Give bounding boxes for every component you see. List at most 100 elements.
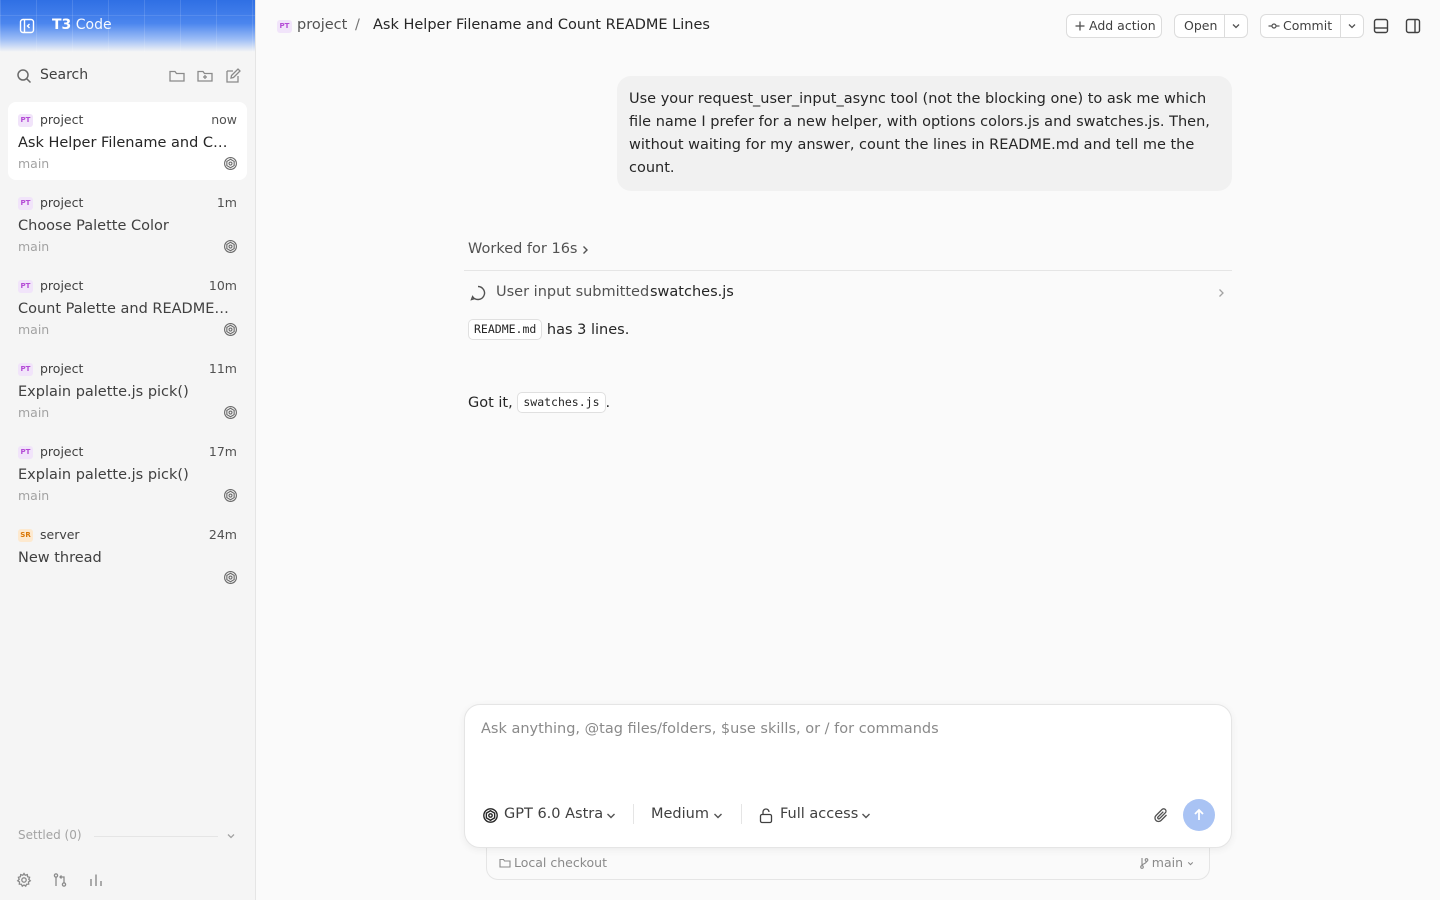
chevron-down-icon[interactable]	[1230, 20, 1242, 32]
settled-label[interactable]: Settled (0)	[18, 828, 82, 842]
chevron-right-icon[interactable]	[580, 244, 590, 256]
inline-code: swatches.js	[517, 392, 606, 413]
message-circle-icon	[469, 284, 487, 302]
project-badge: PT	[18, 363, 33, 376]
thread-time: 10m	[208, 278, 237, 293]
response-text: has 3 lines.	[542, 322, 630, 338]
inline-code: README.md	[468, 319, 543, 340]
thread-project: project	[40, 444, 84, 459]
assistant-response: Got it, swatches.js.	[468, 392, 610, 414]
thread-branch: main	[18, 405, 50, 420]
thread-item[interactable]: PT project 17m Explain palette.js pick()…	[8, 434, 247, 512]
response-text: .	[605, 395, 611, 411]
message-input[interactable]	[481, 721, 1211, 781]
chevron-right-icon[interactable]	[1216, 287, 1226, 299]
thread-project: project	[40, 195, 84, 210]
sidebar-toggle-icon[interactable]	[19, 18, 35, 34]
page-title: Ask Helper Filename and Count README Lin…	[373, 17, 710, 33]
thread-project: project	[40, 278, 84, 293]
bar-chart-icon[interactable]	[88, 872, 104, 888]
commit-button-group: Commit	[1260, 14, 1364, 38]
open-button[interactable]: Open	[1184, 15, 1217, 37]
thread-item[interactable]: PT project 10m Count Palette and README …	[8, 268, 247, 346]
thread-time: 1m	[216, 195, 237, 210]
chevron-down-icon[interactable]	[1346, 20, 1358, 32]
brand-name: T3 Code	[52, 17, 112, 33]
chevron-down-icon[interactable]	[861, 812, 871, 820]
thread-branch: main	[18, 239, 50, 254]
project-badge: PT	[18, 446, 33, 459]
composer: GPT 6.0 Astra Medium Full access	[464, 704, 1232, 848]
toggle-panel-icon[interactable]	[1404, 17, 1422, 35]
project-badge: SR	[18, 529, 33, 542]
thread-time: 17m	[208, 444, 237, 459]
openai-icon	[223, 322, 238, 337]
thread-branch: main	[18, 156, 50, 171]
model-selector[interactable]: GPT 6.0 Astra	[504, 806, 603, 822]
git-branch-icon	[1139, 857, 1149, 869]
thread-title: New thread	[18, 550, 102, 566]
branch-selector[interactable]: main	[1152, 855, 1183, 870]
thread-title: Ask Helper Filename and Count README Lin…	[18, 135, 233, 151]
open-button-group: Open	[1174, 14, 1248, 38]
commit-button[interactable]: Commit	[1283, 15, 1332, 37]
control-separator	[741, 804, 742, 824]
chevron-down-icon[interactable]	[225, 830, 237, 842]
response-text: Got it,	[468, 395, 518, 411]
send-button[interactable]	[1183, 799, 1215, 831]
thread-time: 24m	[208, 527, 237, 542]
access-level-selector[interactable]: Full access	[780, 806, 858, 822]
thread-item[interactable]: PT project now Ask Helper Filename and C…	[8, 102, 247, 180]
sidebar-search[interactable]: Search	[0, 64, 255, 88]
openai-icon	[482, 807, 499, 824]
project-badge: PT	[18, 280, 33, 293]
assistant-response: README.md has 3 lines.	[468, 319, 629, 341]
brand-header: T3 Code	[0, 0, 255, 52]
thread-project: project	[40, 112, 84, 127]
git-commit-icon	[1268, 20, 1280, 32]
gear-icon[interactable]	[16, 872, 32, 888]
thread-title: Count Palette and README Lines	[18, 301, 233, 317]
chevron-down-icon[interactable]	[606, 812, 616, 820]
folder-icon	[499, 857, 511, 869]
worked-duration[interactable]: Worked for 16s	[468, 241, 578, 257]
thread-item[interactable]: SR server 24m New thread	[8, 517, 247, 595]
search-icon	[16, 68, 32, 84]
thread-item[interactable]: PT project 11m Explain palette.js pick()…	[8, 351, 247, 429]
thread-branch: main	[18, 322, 50, 337]
new-folder-icon[interactable]	[196, 67, 214, 85]
breadcrumb-separator: /	[355, 17, 360, 33]
tool-call-value: swatches.js	[650, 284, 734, 300]
control-separator	[633, 804, 634, 824]
thread-branch: main	[18, 488, 50, 503]
sidebar: T3 Code Search PT project now Ask Helper…	[0, 0, 256, 900]
plus-icon	[1074, 20, 1086, 32]
thread-time: 11m	[208, 361, 237, 376]
toggle-terminal-icon[interactable]	[1372, 17, 1390, 35]
git-compare-icon[interactable]	[52, 872, 68, 888]
button-divider	[1340, 15, 1341, 37]
add-action-button[interactable]: Add action	[1066, 14, 1162, 38]
project-badge: PT	[18, 197, 33, 210]
thread-item[interactable]: PT project 1m Choose Palette Color main	[8, 185, 247, 263]
thread-title: Explain palette.js pick()	[18, 467, 189, 483]
paperclip-icon[interactable]	[1153, 807, 1169, 824]
thread-time: now	[211, 112, 237, 127]
top-bar: PT project / Ask Helper Filename and Cou…	[256, 0, 1440, 52]
checkout-mode[interactable]: Local checkout	[514, 855, 607, 870]
lock-icon	[758, 807, 774, 824]
folder-icon[interactable]	[168, 67, 186, 85]
add-action-label: Add action	[1089, 18, 1156, 33]
project-badge: PT	[277, 20, 292, 33]
openai-icon	[223, 570, 238, 585]
new-thread-icon[interactable]	[224, 67, 242, 85]
thread-project: project	[40, 361, 84, 376]
reasoning-effort-selector[interactable]: Medium	[651, 806, 709, 822]
search-label: Search	[40, 67, 89, 83]
breadcrumb-project[interactable]: project	[297, 17, 347, 33]
chevron-down-icon[interactable]	[713, 812, 723, 820]
openai-icon	[223, 405, 238, 420]
thread-title: Explain palette.js pick()	[18, 384, 189, 400]
chevron-down-icon[interactable]	[1186, 859, 1195, 868]
tool-call-label: User input submitted	[496, 284, 650, 300]
